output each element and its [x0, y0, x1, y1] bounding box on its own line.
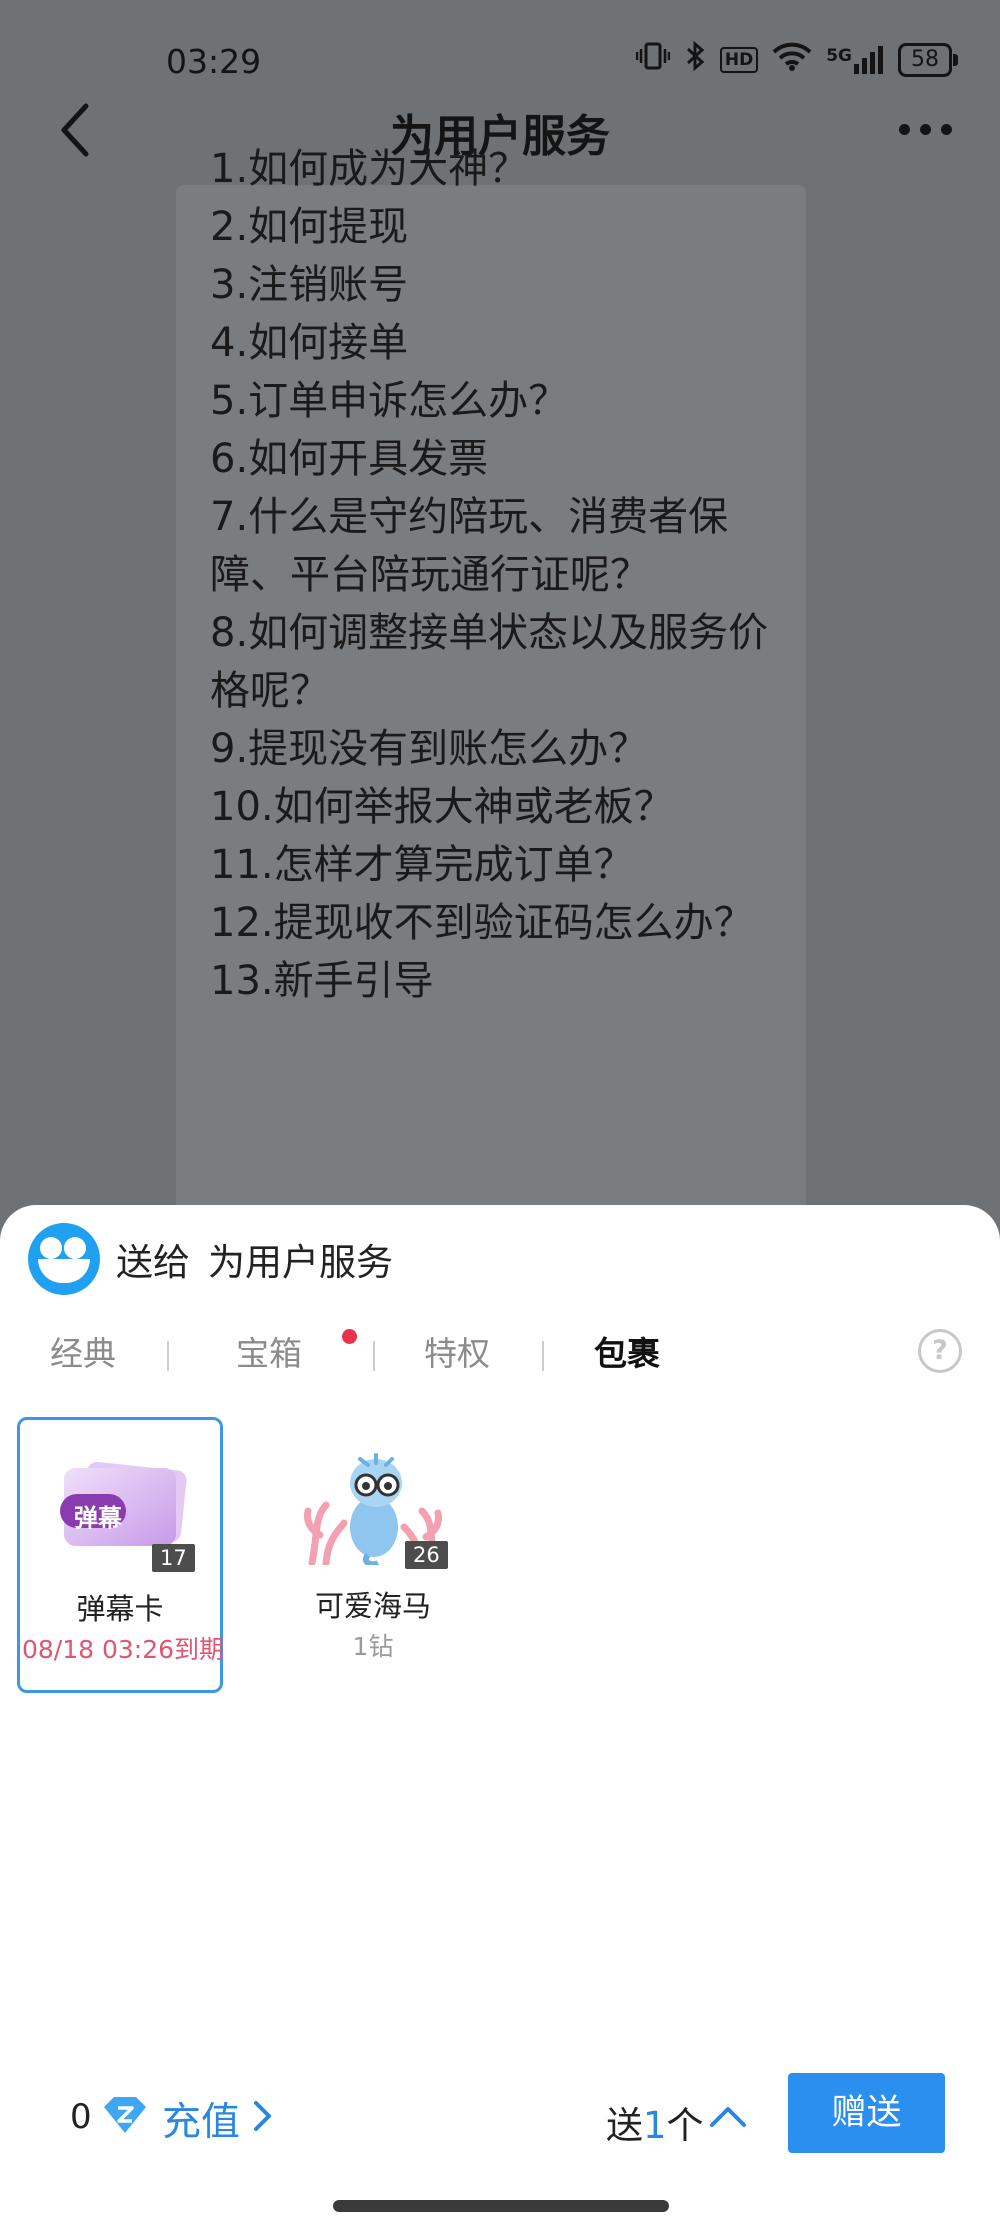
- gift-expiry: 08/18 03:26到期: [21, 1635, 225, 1664]
- tab-divider: [542, 1341, 544, 1371]
- send-prefix: 送: [606, 2104, 643, 2147]
- tab-package[interactable]: 包裹: [594, 1327, 660, 1375]
- gift-price: 1钻: [352, 1632, 394, 1661]
- tab-privilege[interactable]: 特权: [424, 1327, 490, 1375]
- faq-line[interactable]: 4.如何接单: [210, 314, 790, 372]
- tab-divider: [373, 1341, 375, 1371]
- send-gift-button[interactable]: 赠送: [788, 2073, 945, 2153]
- faq-line[interactable]: 8.如何调整接单状态以及服务价格呢？: [210, 604, 790, 720]
- vibrate-icon: [635, 41, 671, 78]
- gift-count-badge: 17: [152, 1544, 195, 1572]
- faq-line[interactable]: 1.如何成为大神？: [210, 140, 790, 198]
- diamond-icon: [104, 2097, 146, 2133]
- faq-line[interactable]: 12.提现收不到验证码怎么办？: [210, 894, 790, 952]
- hd-badge: HD: [719, 46, 759, 73]
- gift-name: 弹幕卡: [76, 1592, 164, 1626]
- avatar: [28, 1223, 100, 1295]
- more-options-icon[interactable]: [899, 124, 952, 135]
- battery-indicator: 58: [898, 42, 958, 77]
- gift-name: 可爱海马: [314, 1589, 431, 1623]
- gift-item-seahorse[interactable]: 26 可爱海马 1钻: [270, 1417, 476, 1693]
- faq-line[interactable]: 13.新手引导: [210, 952, 790, 1010]
- send-to-label: 送给 为用户服务: [116, 1232, 393, 1286]
- chevron-right-icon[interactable]: [252, 2099, 274, 2133]
- send-to-target: 为用户服务: [208, 1241, 393, 1284]
- diamond-balance: 0: [70, 2097, 92, 2137]
- send-suffix: 个: [666, 2104, 704, 2147]
- gift-count-badge: 26: [405, 1541, 448, 1569]
- wifi-icon: [772, 41, 812, 78]
- sheet-footer: 0 充值 送1个 赠送: [0, 2055, 1000, 2175]
- help-icon[interactable]: ?: [918, 1329, 962, 1373]
- faq-line[interactable]: 9.提现没有到账怎么办？: [210, 720, 790, 778]
- tab-divider: [167, 1341, 169, 1371]
- faq-line[interactable]: 11.怎样才算完成订单？: [210, 836, 790, 894]
- tab-classic[interactable]: 经典: [50, 1327, 116, 1375]
- faq-line[interactable]: 2.如何提现: [210, 198, 790, 256]
- home-indicator[interactable]: [333, 2200, 669, 2212]
- faq-line[interactable]: 10.如何举报大神或老板？: [210, 778, 790, 836]
- recharge-link[interactable]: 充值: [162, 2091, 240, 2147]
- tab-treasure-box[interactable]: 宝箱: [236, 1327, 302, 1375]
- faq-line[interactable]: 3.注销账号: [210, 256, 790, 314]
- status-icons: HD 5G 58: [635, 40, 958, 79]
- faq-line[interactable]: 7.什么是守约陪玩、消费者保障、平台陪玩通行证呢？: [210, 488, 790, 604]
- card-text: 弹幕: [74, 1504, 122, 1532]
- signal-icon: 5G: [826, 45, 884, 74]
- faq-line[interactable]: 5.订单申诉怎么办？: [210, 372, 790, 430]
- message-text: 1.如何成为大神？ 2.如何提现 3.注销账号 4.如何接单 5.订单申诉怎么办？ 6.如…: [210, 140, 790, 1010]
- gift-sheet: 送给 为用户服务 经典 宝箱 特权 包裹 ? 弹幕 17 弹幕卡 08/18 03…: [0, 1205, 1000, 2233]
- send-quantity-selector[interactable]: 送1个: [606, 2095, 704, 2149]
- gift-item-danmu-card[interactable]: 弹幕 17 弹幕卡 08/18 03:26到期: [17, 1417, 224, 1693]
- new-dot-badge: [342, 1329, 357, 1344]
- send-quantity: 1: [643, 2104, 667, 2147]
- bluetooth-icon: [684, 40, 706, 79]
- status-time: 03:29: [166, 42, 262, 81]
- network-type: 5G: [826, 45, 852, 66]
- faq-line[interactable]: 6.如何开具发票: [210, 430, 790, 488]
- chevron-up-icon[interactable]: [708, 2101, 748, 2129]
- gift-tabs: 经典 宝箱 特权 包裹: [0, 1311, 1000, 1401]
- sheet-header: 送给 为用户服务: [28, 1221, 393, 1297]
- send-to-prefix: 送给: [116, 1241, 190, 1284]
